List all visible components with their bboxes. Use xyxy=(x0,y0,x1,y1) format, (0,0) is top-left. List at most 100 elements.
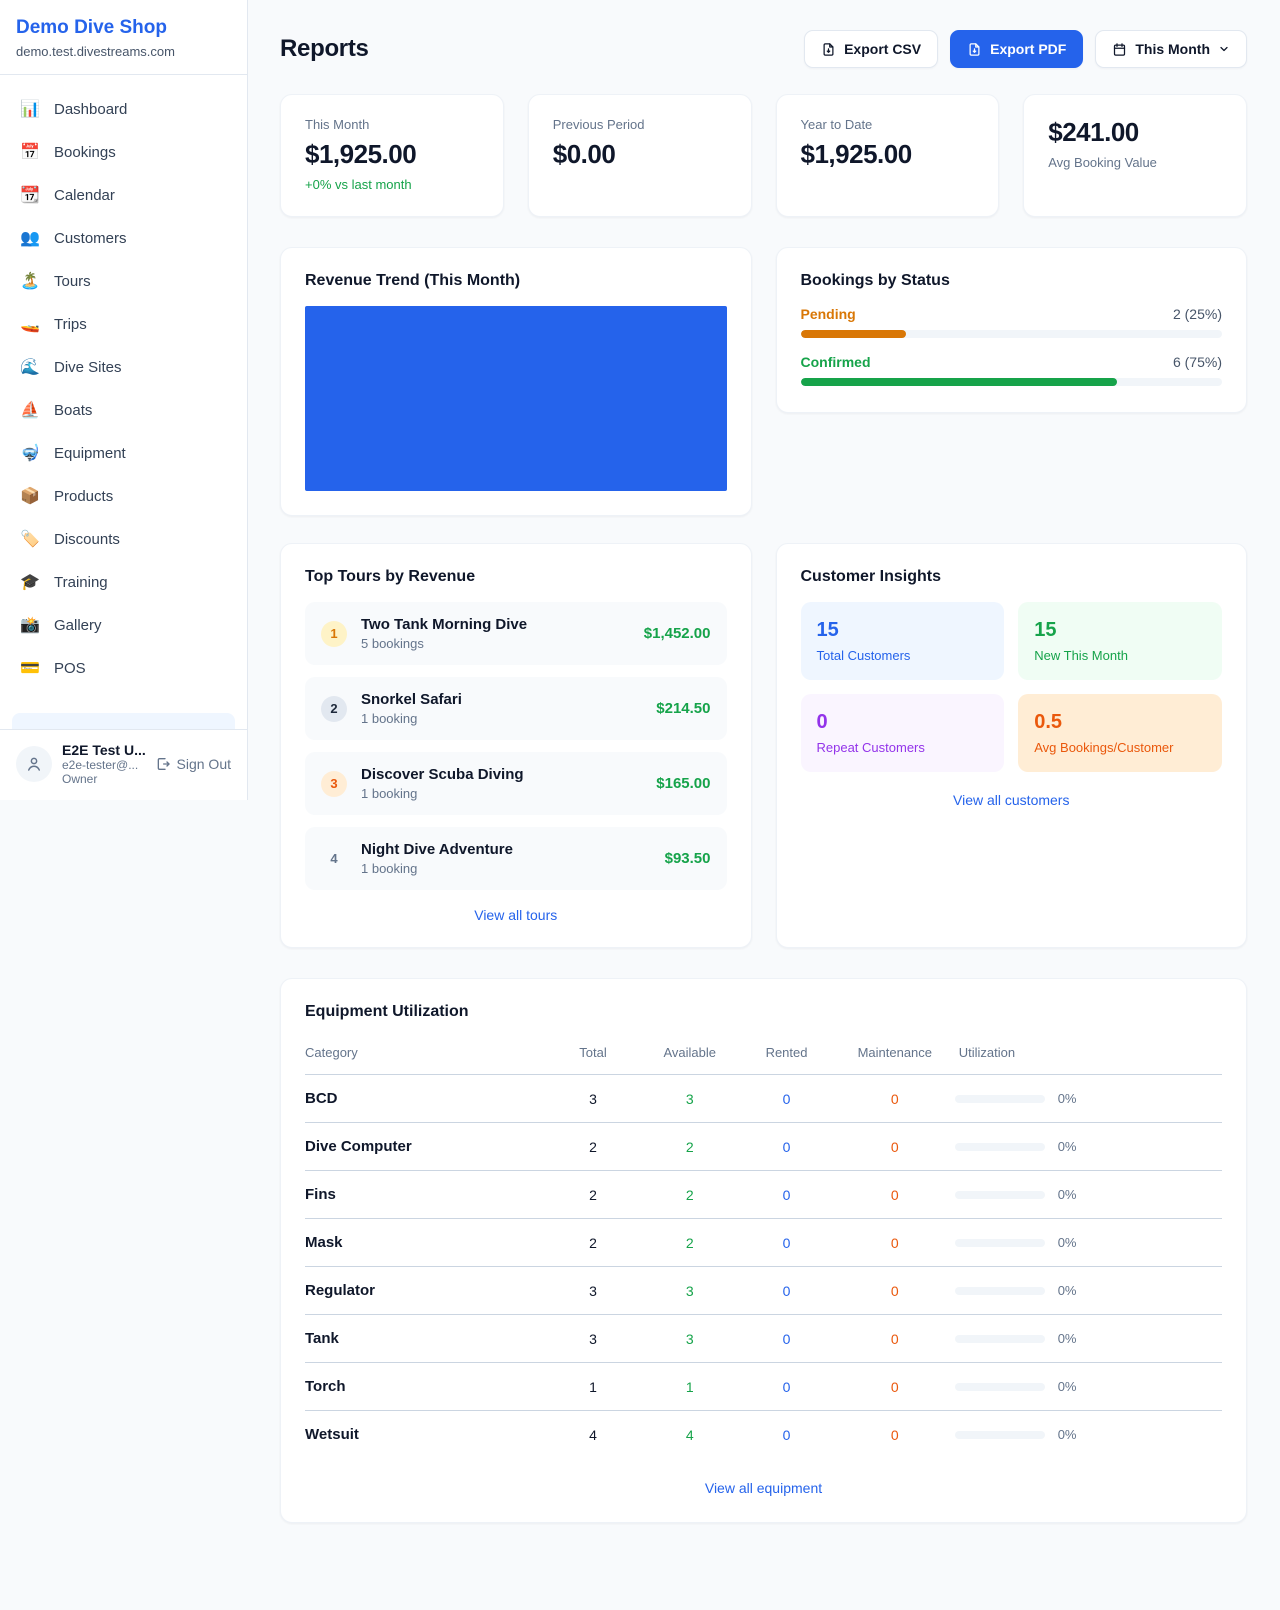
sidebar-item-pos[interactable]: 💳 POS xyxy=(12,648,235,688)
tour-revenue: $93.50 xyxy=(665,850,711,867)
sidebar-item-products[interactable]: 📦 Products xyxy=(12,476,235,516)
logout-icon xyxy=(155,756,171,772)
equipment-category: Regulator xyxy=(305,1267,545,1315)
equipment-available: 3 xyxy=(686,1091,694,1107)
sidebar-item-tours[interactable]: 🏝️ Tours xyxy=(12,261,235,301)
sidebar-item-label: Dive Sites xyxy=(54,359,122,376)
sidebar-item-training[interactable]: 🎓 Training xyxy=(12,562,235,602)
utilization-bar xyxy=(955,1143,1045,1151)
table-row: BCD 3 3 0 0 0% xyxy=(305,1075,1222,1123)
status-head: Pending 2 (25%) xyxy=(801,306,1223,322)
calendar-17-icon: 📅 xyxy=(20,142,40,162)
utilization-percent: 0% xyxy=(1058,1187,1077,1202)
period-selected-label: This Month xyxy=(1135,41,1210,57)
sidebar-item-gallery[interactable]: 📸 Gallery xyxy=(12,605,235,645)
sidebar-item-customers[interactable]: 👥 Customers xyxy=(12,218,235,258)
credit-card-icon: 💳 xyxy=(20,658,40,678)
equipment-rented: 0 xyxy=(783,1139,791,1155)
sidebar-item-equipment[interactable]: 🤿 Equipment xyxy=(12,433,235,473)
equipment-maintenance: 0 xyxy=(891,1331,899,1347)
equipment-total: 3 xyxy=(545,1267,642,1315)
export-pdf-label: Export PDF xyxy=(990,41,1066,57)
user-meta: E2E Test U... e2e-tester@... Owner xyxy=(62,742,145,786)
status-row: Confirmed 6 (75%) xyxy=(801,354,1223,386)
utilization-cell: 0% xyxy=(955,1139,1222,1154)
stat-label: Year to Date xyxy=(801,117,975,132)
tour-row[interactable]: 1 Two Tank Morning Dive 5 bookings $1,45… xyxy=(305,602,727,665)
tour-revenue: $214.50 xyxy=(656,700,710,717)
equipment-rented: 0 xyxy=(783,1187,791,1203)
sidebar-item-label: Products xyxy=(54,488,113,505)
equipment-total: 3 xyxy=(545,1075,642,1123)
status-label: Confirmed xyxy=(801,354,871,370)
sidebar-item-trips[interactable]: 🚤 Trips xyxy=(12,304,235,344)
tour-info: Discover Scuba Diving 1 booking xyxy=(361,766,524,801)
equipment-available: 2 xyxy=(686,1235,694,1251)
rank-badge: 4 xyxy=(321,846,347,872)
equipment-total: 2 xyxy=(545,1219,642,1267)
sidebar-item-dive-sites[interactable]: 🌊 Dive Sites xyxy=(12,347,235,387)
equipment-total: 2 xyxy=(545,1123,642,1171)
sidebar-item-boats[interactable]: ⛵ Boats xyxy=(12,390,235,430)
tour-bookings-count: 1 booking xyxy=(361,711,462,726)
insight-label: Total Customers xyxy=(817,648,989,663)
insight-label: New This Month xyxy=(1034,648,1206,663)
table-row: Fins 2 2 0 0 0% xyxy=(305,1171,1222,1219)
sidebar-item-label: Gallery xyxy=(54,617,102,634)
top-tours-title: Top Tours by Revenue xyxy=(305,568,727,586)
shop-domain: demo.test.divestreams.com xyxy=(16,44,231,59)
stat-value: $0.00 xyxy=(553,139,727,170)
shop-name: Demo Dive Shop xyxy=(16,17,231,39)
status-bar-fill xyxy=(801,378,1117,386)
tour-revenue: $1,452.00 xyxy=(644,625,711,642)
sidebar-item-active-partial[interactable] xyxy=(12,713,235,729)
sidebar-item-dashboard[interactable]: 📊 Dashboard xyxy=(12,89,235,129)
sidebar-item-label: Training xyxy=(54,574,108,591)
sidebar-item-calendar[interactable]: 📆 Calendar xyxy=(12,175,235,215)
utilization-cell: 0% xyxy=(955,1427,1222,1442)
status-bar-track xyxy=(801,330,1223,338)
sign-out-label: Sign Out xyxy=(177,756,231,772)
insight-value: 0 xyxy=(817,711,989,734)
people-icon: 👥 xyxy=(20,228,40,248)
user-email: e2e-tester@... xyxy=(62,758,145,772)
equipment-total: 2 xyxy=(545,1171,642,1219)
user-avatar-icon xyxy=(16,746,52,782)
tour-info: Night Dive Adventure 1 booking xyxy=(361,841,513,876)
sidebar-item-bookings[interactable]: 📅 Bookings xyxy=(12,132,235,172)
file-download-icon xyxy=(821,42,836,57)
view-all-tours-link[interactable]: View all tours xyxy=(305,907,727,923)
equipment-maintenance: 0 xyxy=(891,1187,899,1203)
equipment-available: 2 xyxy=(686,1187,694,1203)
bar-chart-icon: 📊 xyxy=(20,99,40,119)
view-all-equipment-link[interactable]: View all equipment xyxy=(305,1480,1222,1496)
export-pdf-button[interactable]: Export PDF xyxy=(950,30,1083,68)
island-icon: 🏝️ xyxy=(20,271,40,291)
table-row: Torch 1 1 0 0 0% xyxy=(305,1363,1222,1411)
status-bar-track xyxy=(801,378,1223,386)
period-dropdown[interactable]: This Month xyxy=(1095,30,1247,68)
calendar-icon: 📆 xyxy=(20,185,40,205)
sign-out-button[interactable]: Sign Out xyxy=(155,756,231,772)
top-tours-list: 1 Two Tank Morning Dive 5 bookings $1,45… xyxy=(305,602,727,890)
equipment-utilization-panel: Equipment Utilization Category Total Ava… xyxy=(280,978,1247,1523)
sidebar-item-label: Discounts xyxy=(54,531,120,548)
utilization-bar xyxy=(955,1191,1045,1199)
utilization-cell: 0% xyxy=(955,1283,1222,1298)
tour-row[interactable]: 2 Snorkel Safari 1 booking $214.50 xyxy=(305,677,727,740)
equipment-maintenance: 0 xyxy=(891,1139,899,1155)
sidebar-item-discounts[interactable]: 🏷️ Discounts xyxy=(12,519,235,559)
col-available: Available xyxy=(641,1037,738,1075)
equipment-maintenance: 0 xyxy=(891,1427,899,1443)
view-all-customers-link[interactable]: View all customers xyxy=(801,792,1223,808)
status-bars: Pending 2 (25%) Confirmed 6 (75%) xyxy=(801,306,1223,386)
equipment-maintenance: 0 xyxy=(891,1235,899,1251)
equipment-rented: 0 xyxy=(783,1379,791,1395)
tour-row[interactable]: 3 Discover Scuba Diving 1 booking $165.0… xyxy=(305,752,727,815)
equipment-total: 1 xyxy=(545,1363,642,1411)
revenue-trend-panel: Revenue Trend (This Month) xyxy=(280,247,752,516)
table-row: Regulator 3 3 0 0 0% xyxy=(305,1267,1222,1315)
export-csv-button[interactable]: Export CSV xyxy=(804,30,938,68)
tour-row[interactable]: 4 Night Dive Adventure 1 booking $93.50 xyxy=(305,827,727,890)
table-row: Dive Computer 2 2 0 0 0% xyxy=(305,1123,1222,1171)
